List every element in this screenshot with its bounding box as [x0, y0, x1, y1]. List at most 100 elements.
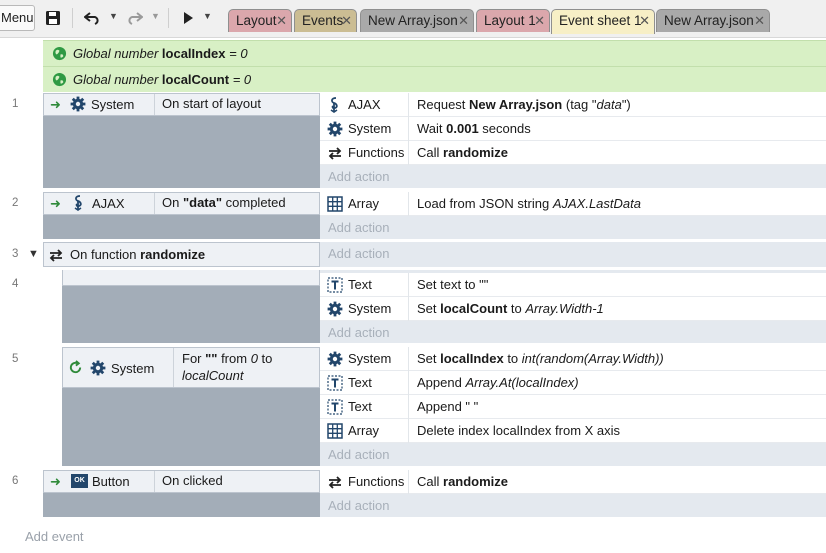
global-variable-name: localCount — [161, 72, 230, 87]
action-description: Call randomize — [408, 141, 508, 165]
redo-icon[interactable] — [124, 8, 144, 28]
action-list: System Set localIndex to int(random(Arra… — [320, 347, 826, 466]
undo-dropdown-icon[interactable]: ▼ — [109, 11, 118, 21]
tab-layout-1[interactable]: Layout 1 ✕ — [476, 9, 550, 32]
action-description: Set localIndex to int(random(Array.Width… — [408, 347, 664, 371]
ajax-icon — [327, 97, 343, 113]
action-text-bold: localIndex — [440, 351, 504, 366]
condition-description: On start of layout — [154, 94, 320, 115]
action-row[interactable]: System Set localCount to Array.Width-1 — [320, 297, 826, 321]
undo-icon[interactable] — [83, 8, 103, 28]
action-text-bold: 0.001 — [446, 121, 479, 136]
action-row[interactable]: System Set localIndex to int(random(Arra… — [320, 347, 826, 371]
close-icon[interactable]: ✕ — [458, 10, 469, 32]
collapse-toggle-icon[interactable]: ▼ — [28, 248, 39, 260]
action-list: Text Set text to "" System Set localCoun… — [320, 270, 826, 343]
text-icon — [327, 375, 343, 391]
action-text: Call — [417, 145, 444, 160]
tab-new-array-json-2[interactable]: New Array.json ✕ — [656, 9, 770, 32]
action-description: Call randomize — [408, 470, 508, 494]
event-line-number: 2 — [12, 197, 19, 209]
close-icon[interactable]: ✕ — [754, 10, 765, 32]
action-description: Set localCount to Array.Width-1 — [408, 297, 604, 321]
action-description: Set text to "" — [408, 273, 488, 297]
action-row[interactable]: Array Delete index localIndex from X axi… — [320, 419, 826, 443]
play-icon[interactable] — [178, 8, 198, 28]
action-object: System — [348, 121, 392, 136]
action-text: Set text to "" — [417, 277, 489, 292]
condition-description: On "data" completed — [154, 193, 320, 214]
action-object: Functions — [348, 474, 405, 489]
action-text-italic: int(random(Array.Width)) — [521, 351, 664, 366]
global-variable-prefix: Global number — [73, 46, 159, 61]
function-on-randomize[interactable]: On function randomize — [43, 242, 320, 267]
event-line-number: 6 — [12, 475, 19, 487]
function-name: randomize — [140, 247, 206, 262]
array-icon — [327, 423, 343, 439]
action-row[interactable]: Text Append Array.At(localIndex) — [320, 371, 826, 395]
action-row[interactable]: AJAX Request New Array.json (tag "data") — [320, 93, 826, 117]
action-row[interactable]: Functions Call randomize — [320, 470, 826, 494]
global-variable-local-count[interactable]: Global number localCount = 0 — [43, 66, 826, 92]
action-text-italic: AJAX.LastData — [552, 196, 641, 211]
action-text: seconds — [478, 121, 531, 136]
text-icon — [327, 399, 343, 415]
action-row[interactable]: Functions Call randomize — [320, 141, 826, 165]
close-icon[interactable]: ✕ — [276, 10, 287, 32]
tab-label: Event sheet 1 — [559, 13, 642, 28]
array-icon — [327, 196, 343, 212]
gear-icon — [70, 96, 86, 112]
condition-ajax-on-completed[interactable]: ➜ AJAX On "data" completed — [43, 192, 320, 215]
add-action-link[interactable]: Add action — [328, 216, 389, 240]
action-text-bold: randomize — [443, 145, 509, 160]
action-text-italic: Array.At(localIndex) — [465, 375, 579, 390]
close-icon[interactable]: ✕ — [341, 10, 352, 32]
tab-label: New Array.json — [664, 13, 754, 28]
condition-strip-empty[interactable] — [62, 270, 320, 286]
condition-description: For "" from 0 to localCount — [173, 348, 320, 387]
save-icon[interactable] — [43, 8, 63, 28]
condition-text: completed — [222, 195, 286, 210]
close-icon[interactable]: ✕ — [534, 10, 545, 32]
tab-event-sheet-1[interactable]: Event sheet 1 ✕ — [551, 9, 655, 34]
globe-icon — [52, 46, 67, 61]
global-variable-local-index[interactable]: Global number localIndex = 0 — [43, 40, 826, 66]
play-dropdown-icon[interactable]: ▼ — [203, 11, 212, 21]
action-row[interactable]: Text Set text to "" — [320, 273, 826, 297]
action-row[interactable]: Text Append " " — [320, 395, 826, 419]
gear-icon — [327, 301, 343, 317]
action-text-bold: localCount — [440, 301, 508, 316]
tab-events[interactable]: Events ✕ — [294, 9, 357, 32]
add-action-link[interactable]: Add action — [328, 494, 389, 518]
condition-description: On clicked — [154, 471, 320, 492]
function-text: On function — [70, 247, 141, 262]
menu-button[interactable]: Menu — [0, 5, 35, 31]
add-action-link[interactable]: Add action — [328, 242, 389, 266]
action-text: (tag " — [562, 97, 597, 112]
add-action-link[interactable]: Add action — [328, 443, 389, 467]
add-action-link[interactable]: Add action — [328, 321, 389, 345]
condition-system-on-start-of-layout[interactable]: ➜ System On start of layout — [43, 93, 320, 116]
event-line-number: 4 — [12, 278, 19, 290]
condition-system-for-loop[interactable]: System For "" from 0 to localCount — [62, 347, 320, 388]
ajax-icon — [71, 195, 87, 211]
action-list: Functions Call randomize Add action — [320, 470, 826, 517]
close-icon[interactable]: ✕ — [639, 10, 650, 32]
redo-dropdown-icon[interactable]: ▼ — [151, 11, 160, 21]
action-text: Set — [417, 351, 441, 366]
event-line-number: 3 — [12, 248, 19, 260]
toolbar-separator — [72, 8, 73, 28]
condition-button-on-clicked[interactable]: ➜ OK Button On clicked — [43, 470, 320, 493]
toolbar-separator — [168, 8, 169, 28]
loop-icon — [68, 360, 83, 375]
action-row[interactable]: System Wait 0.001 seconds — [320, 117, 826, 141]
action-row[interactable]: Array Load from JSON string AJAX.LastDat… — [320, 192, 826, 216]
button-object-icon: OK — [71, 474, 88, 488]
add-action-link[interactable]: Add action — [328, 165, 389, 189]
action-object: AJAX — [348, 97, 381, 112]
add-event-link[interactable]: Add event — [25, 529, 84, 544]
event-line-number: 5 — [12, 353, 19, 365]
action-object: Array — [348, 423, 380, 438]
tab-new-array-json[interactable]: New Array.json ✕ — [360, 9, 474, 32]
tab-layout[interactable]: Layout ✕ — [228, 9, 292, 32]
